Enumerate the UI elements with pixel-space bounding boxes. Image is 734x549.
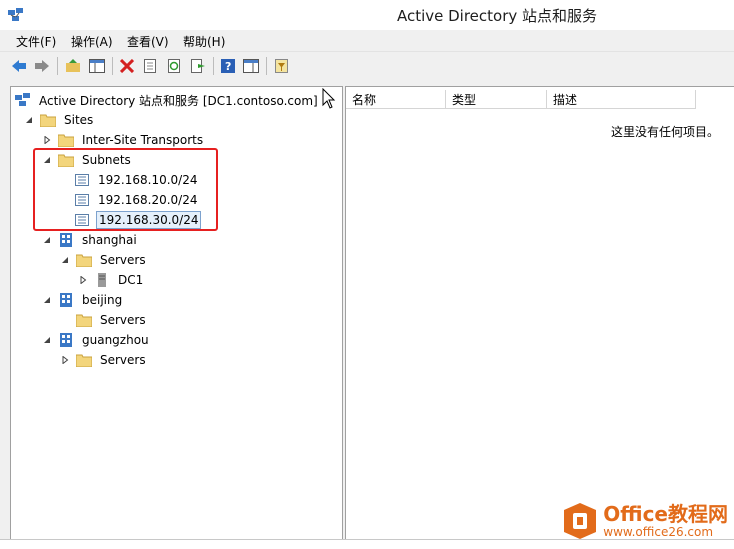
toolbar: ? (0, 51, 734, 81)
tree-item-root[interactable]: Active Directory 站点和服务 [DC1.contoso.com] (15, 90, 320, 110)
folder-icon (76, 253, 92, 267)
watermark: Office教程网 www.office26.com (561, 502, 728, 540)
tree-item-sites[interactable]: Sites (24, 110, 95, 130)
menu-help[interactable]: 帮助(H) (183, 33, 225, 50)
tree-label: guangzhou (82, 333, 149, 347)
empty-list-message: 这里没有任何项目。 (610, 125, 719, 139)
folder-icon (76, 313, 92, 327)
expand-triangle-icon[interactable] (78, 275, 88, 285)
tree-item-inter-site-transports[interactable]: Inter-Site Transports (42, 130, 205, 150)
window-title: Active Directory 站点和服务 (396, 7, 598, 25)
title-bar: Active Directory 站点和服务 (0, 0, 734, 30)
tree-label: shanghai (82, 233, 137, 247)
show-hide-tree-icon[interactable] (88, 57, 106, 75)
column-header-name[interactable]: 名称 (346, 90, 446, 109)
export-list-icon[interactable] (189, 57, 207, 75)
tree-label: Servers (100, 313, 146, 327)
menu-file[interactable]: 文件(F) (16, 33, 56, 50)
column-header-type[interactable]: 类型 (446, 90, 547, 109)
menu-view[interactable]: 查看(V) (127, 33, 169, 50)
tree-label: Servers (100, 353, 146, 367)
tree-item-site-shanghai[interactable]: shanghai (42, 230, 139, 250)
watermark-title: Office教程网 (603, 502, 728, 526)
toolbar-separator (213, 57, 214, 75)
properties-icon[interactable] (141, 57, 159, 75)
ad-sites-icon (15, 93, 31, 107)
column-header-description[interactable]: 描述 (547, 90, 696, 109)
tree-label: Servers (100, 253, 146, 267)
expand-triangle-icon[interactable] (60, 355, 70, 365)
tree-item-site-guangzhou[interactable]: guangzhou (42, 330, 151, 350)
server-icon (94, 273, 110, 287)
watermark-url: www.office26.com (603, 525, 714, 539)
highlight-box (33, 148, 218, 231)
help-icon[interactable]: ? (219, 57, 237, 75)
folder-icon (58, 133, 74, 147)
tree-item-server-dc1[interactable]: DC1 (78, 270, 145, 290)
up-folder-icon[interactable] (64, 57, 82, 75)
expand-triangle-icon[interactable] (42, 135, 52, 145)
collapse-triangle-icon[interactable] (24, 115, 34, 125)
site-icon (58, 233, 74, 247)
folder-icon (40, 113, 56, 127)
tree-item-servers[interactable]: Servers (60, 250, 148, 270)
office-logo-icon (564, 503, 597, 539)
list-pane: 名称 类型 描述 这里没有任何项目。 (345, 86, 734, 543)
forward-arrow-icon[interactable] (33, 57, 51, 75)
action-pane-icon[interactable] (242, 57, 260, 75)
menu-bar: 文件(F) 操作(A) 查看(V) 帮助(H) (0, 30, 734, 51)
delete-icon[interactable] (118, 57, 136, 75)
menu-action[interactable]: 操作(A) (71, 33, 113, 50)
collapse-triangle-icon[interactable] (42, 335, 52, 345)
site-icon (58, 333, 74, 347)
tree-item-site-beijing[interactable]: beijing (42, 290, 124, 310)
site-icon (58, 293, 74, 307)
tree-label: beijing (82, 293, 123, 307)
tree-label: DC1 (118, 273, 144, 287)
back-arrow-icon[interactable] (10, 57, 28, 75)
filter-icon[interactable] (273, 57, 291, 75)
tree-label: Inter-Site Transports (82, 133, 204, 147)
mouse-cursor-icon (322, 87, 336, 113)
collapse-triangle-icon[interactable] (42, 235, 52, 245)
toolbar-separator (266, 57, 267, 75)
tree-item-servers[interactable]: Servers (60, 350, 148, 370)
tree-item-servers[interactable]: Servers (76, 310, 148, 330)
toolbar-separator (57, 57, 58, 75)
folder-icon (76, 353, 92, 367)
toolbar-separator (112, 57, 113, 75)
collapse-triangle-icon[interactable] (60, 255, 70, 265)
refresh-icon[interactable] (165, 57, 183, 75)
tree-label: Sites (64, 113, 94, 127)
tree-label: Active Directory 站点和服务 [DC1.contoso.com] (39, 93, 318, 108)
svg-text:?: ? (225, 60, 231, 73)
collapse-triangle-icon[interactable] (42, 295, 52, 305)
